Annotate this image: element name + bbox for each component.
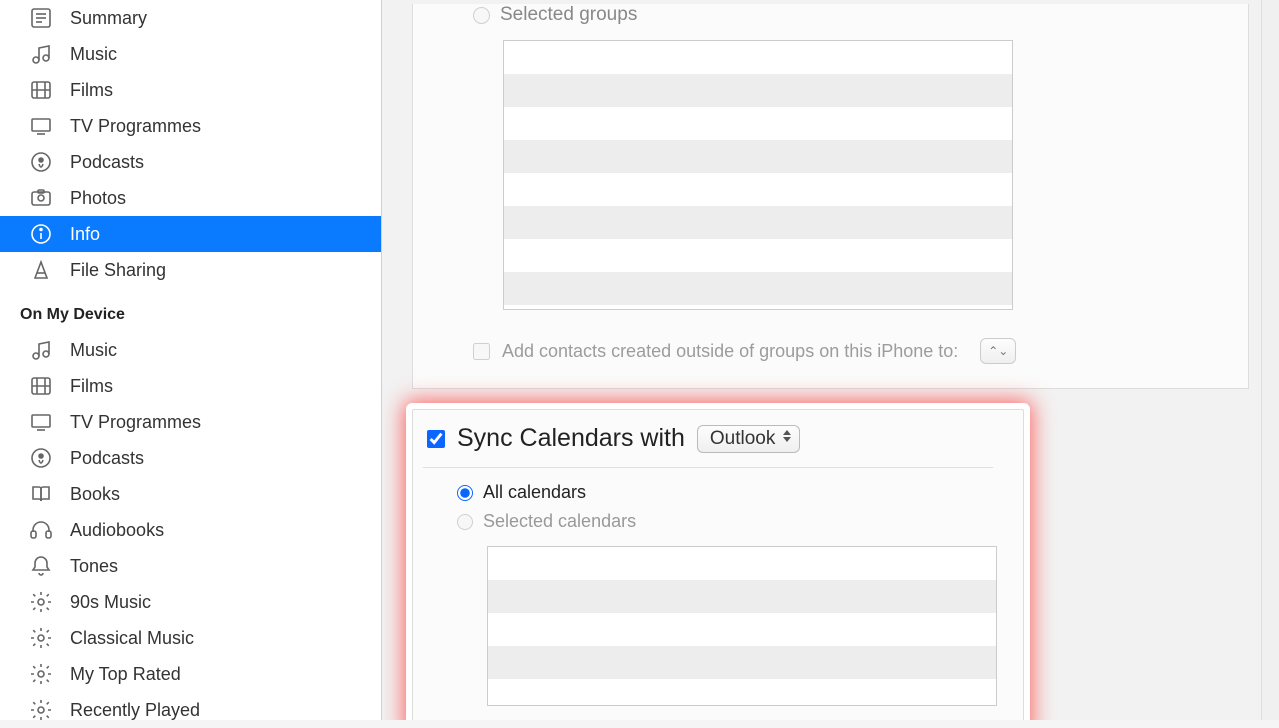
device-item-classical-music[interactable]: Classical Music bbox=[0, 620, 381, 656]
scrollbar[interactable] bbox=[1261, 0, 1279, 720]
sidebar-item-summary[interactable]: Summary bbox=[0, 0, 381, 36]
contacts-sync-panel: Selected groups Add contacts created out… bbox=[412, 4, 1249, 389]
add-contacts-row: Add contacts created outside of groups o… bbox=[473, 338, 1218, 364]
add-contacts-checkbox[interactable] bbox=[473, 343, 490, 360]
sidebar-label: Books bbox=[70, 484, 120, 505]
info-icon bbox=[28, 221, 54, 247]
groups-listbox[interactable] bbox=[503, 40, 1013, 310]
device-item-my-top-rated[interactable]: My Top Rated bbox=[0, 656, 381, 692]
device-item-audiobooks[interactable]: Audiobooks bbox=[0, 512, 381, 548]
sidebar-item-photos[interactable]: Photos bbox=[0, 180, 381, 216]
sidebar-item-info[interactable]: Info bbox=[0, 216, 381, 252]
all-calendars-radio[interactable] bbox=[457, 485, 473, 501]
selected-calendars-row: Selected calendars bbox=[457, 511, 993, 532]
device-item-tv[interactable]: TV Programmes bbox=[0, 404, 381, 440]
sidebar-label: Audiobooks bbox=[70, 520, 164, 541]
add-contacts-label: Add contacts created outside of groups o… bbox=[502, 341, 958, 362]
sync-calendars-label: Sync Calendars with bbox=[457, 424, 685, 453]
device-item-podcasts[interactable]: Podcasts bbox=[0, 440, 381, 476]
add-contacts-select[interactable]: ⌃⌄ bbox=[980, 338, 1016, 364]
photos-icon bbox=[28, 185, 54, 211]
selected-groups-radio[interactable] bbox=[473, 7, 490, 24]
selected-groups-label: Selected groups bbox=[500, 4, 637, 26]
device-item-90s-music[interactable]: 90s Music bbox=[0, 584, 381, 620]
sidebar-item-file-sharing[interactable]: File Sharing bbox=[0, 252, 381, 288]
sidebar-label: Tones bbox=[70, 556, 118, 577]
sidebar-label: Recently Played bbox=[70, 700, 200, 721]
sidebar-label: Podcasts bbox=[70, 152, 144, 173]
tv-icon bbox=[28, 113, 54, 139]
gear-icon bbox=[28, 589, 54, 615]
sidebar-label: My Top Rated bbox=[70, 664, 181, 685]
sidebar-label: Classical Music bbox=[70, 628, 194, 649]
sidebar-label: Music bbox=[70, 340, 117, 361]
sidebar-label: Music bbox=[70, 44, 117, 65]
sidebar-item-tv[interactable]: TV Programmes bbox=[0, 108, 381, 144]
device-item-books[interactable]: Books bbox=[0, 476, 381, 512]
sidebar: Summary Music Films TV Programmes Podcas… bbox=[0, 0, 382, 720]
device-item-tones[interactable]: Tones bbox=[0, 548, 381, 584]
sidebar-label: Photos bbox=[70, 188, 126, 209]
all-calendars-row: All calendars bbox=[457, 482, 993, 503]
sidebar-label: 90s Music bbox=[70, 592, 151, 613]
sync-calendars-header: Sync Calendars with Outlook bbox=[423, 420, 993, 468]
sidebar-item-films[interactable]: Films bbox=[0, 72, 381, 108]
selected-calendars-label: Selected calendars bbox=[483, 511, 636, 532]
films-icon bbox=[28, 77, 54, 103]
all-calendars-label: All calendars bbox=[483, 482, 586, 503]
gear-icon bbox=[28, 625, 54, 651]
sidebar-label: Info bbox=[70, 224, 100, 245]
sidebar-label: Films bbox=[70, 80, 113, 101]
sync-calendars-checkbox[interactable] bbox=[427, 430, 445, 448]
device-item-recently-played[interactable]: Recently Played bbox=[0, 692, 381, 728]
tones-icon bbox=[28, 553, 54, 579]
sidebar-label: File Sharing bbox=[70, 260, 166, 281]
sidebar-label: Podcasts bbox=[70, 448, 144, 469]
sidebar-section-header: On My Device bbox=[0, 288, 381, 332]
selected-calendars-radio[interactable] bbox=[457, 514, 473, 530]
selected-groups-radio-row: Selected groups bbox=[473, 4, 1218, 26]
summary-icon bbox=[28, 5, 54, 31]
calendars-sync-panel: Sync Calendars with Outlook All calendar… bbox=[412, 409, 1024, 720]
music-icon bbox=[28, 41, 54, 67]
podcasts-icon bbox=[28, 149, 54, 175]
sidebar-label: TV Programmes bbox=[70, 412, 201, 433]
sidebar-label: TV Programmes bbox=[70, 116, 201, 137]
sidebar-label: Summary bbox=[70, 8, 147, 29]
music-icon bbox=[28, 337, 54, 363]
audiobooks-icon bbox=[28, 517, 54, 543]
calendars-listbox[interactable] bbox=[487, 546, 997, 706]
device-item-music[interactable]: Music bbox=[0, 332, 381, 368]
sync-app-select[interactable]: Outlook bbox=[697, 425, 800, 453]
gear-icon bbox=[28, 697, 54, 723]
content-pane: Selected groups Add contacts created out… bbox=[382, 0, 1279, 720]
films-icon bbox=[28, 373, 54, 399]
gear-icon bbox=[28, 661, 54, 687]
books-icon bbox=[28, 481, 54, 507]
sidebar-item-podcasts[interactable]: Podcasts bbox=[0, 144, 381, 180]
filesharing-icon bbox=[28, 257, 54, 283]
sidebar-item-music[interactable]: Music bbox=[0, 36, 381, 72]
podcasts-icon bbox=[28, 445, 54, 471]
tv-icon bbox=[28, 409, 54, 435]
sidebar-label: Films bbox=[70, 376, 113, 397]
device-item-films[interactable]: Films bbox=[0, 368, 381, 404]
